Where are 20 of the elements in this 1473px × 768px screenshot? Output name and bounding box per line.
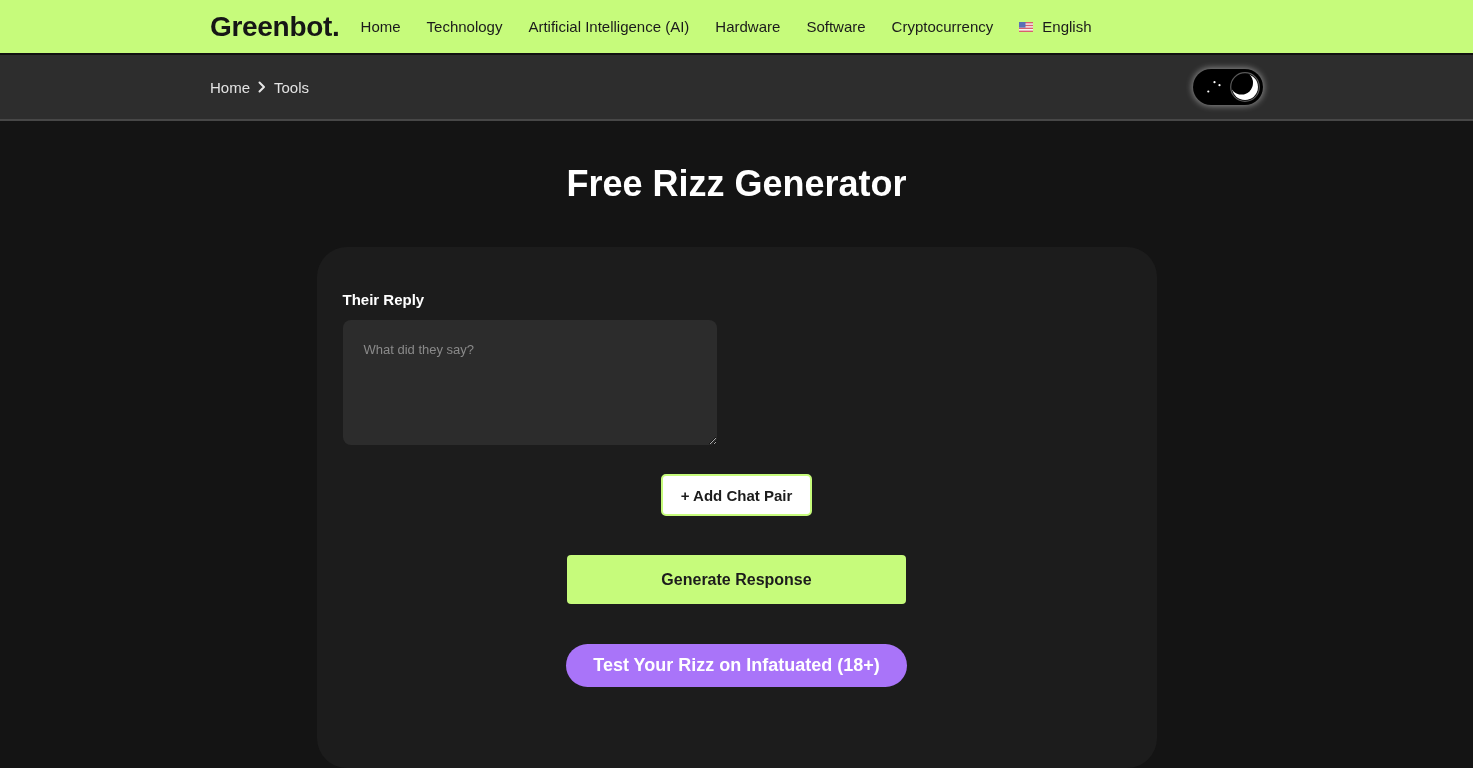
chevron-right-icon (258, 81, 266, 93)
generate-button[interactable]: Generate Response (567, 555, 906, 604)
nav-link[interactable]: Hardware (715, 18, 781, 35)
nav-link[interactable]: Artificial Intelligence (AI) (528, 18, 690, 35)
nav-link[interactable]: Cryptocurrency (891, 18, 994, 35)
moon-icon (1230, 72, 1260, 102)
add-chat-pair-button[interactable]: + Add Chat Pair (660, 474, 813, 516)
stars-icon (1207, 81, 1221, 93)
nav-link[interactable]: Technology (426, 18, 503, 35)
breadcrumb-link[interactable]: Home (210, 78, 250, 96)
reply-textarea[interactable]: What did they say? (342, 320, 717, 445)
page-title: Free Rizz Generator (566, 162, 907, 206)
nav-link[interactable]: Software (806, 18, 866, 35)
logo-link[interactable]: Greenbot. (210, 10, 340, 43)
breadcrumb-current: Tools (274, 78, 310, 96)
language-link[interactable]: English (1019, 18, 1092, 35)
field-label: Their Reply (342, 291, 425, 309)
nav-link[interactable]: Home (360, 18, 401, 35)
flag-icon (1019, 21, 1034, 32)
theme-toggle[interactable] (1193, 69, 1263, 105)
